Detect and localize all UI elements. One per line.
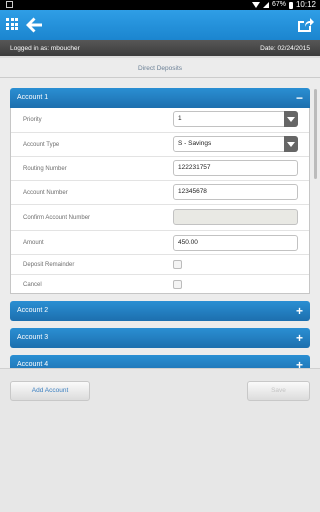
account-number-row: Account Number 12345678 xyxy=(11,181,309,205)
account-4-label: Account 4 xyxy=(17,361,49,368)
confirm-account-number-input[interactable] xyxy=(173,209,298,225)
priority-value: 1 xyxy=(178,115,182,122)
priority-label: Priority xyxy=(23,117,42,123)
account-type-label: Account Type xyxy=(23,142,60,148)
account-type-row: Account Type S - Savings xyxy=(11,133,309,157)
cancel-checkbox[interactable] xyxy=(173,280,182,289)
footer-bar: Add Account Save xyxy=(0,368,320,512)
routing-number-label: Routing Number xyxy=(23,166,67,172)
share-icon[interactable] xyxy=(296,16,314,34)
account-4-header[interactable]: Account 4 + xyxy=(10,355,310,368)
account-type-value: S - Savings xyxy=(178,140,212,147)
account-type-select[interactable]: S - Savings xyxy=(173,136,298,152)
account-1-header[interactable]: Account 1 − xyxy=(10,88,310,108)
battery-percent: 67% xyxy=(271,1,286,8)
deposit-remainder-row: Deposit Remainder xyxy=(11,255,309,275)
account-number-label: Account Number xyxy=(23,190,68,196)
scrollbar[interactable] xyxy=(314,89,317,179)
logged-in-label: Logged in as: mboucher xyxy=(10,45,80,52)
confirm-account-number-label: Confirm Account Number xyxy=(23,215,91,221)
account-2-label: Account 2 xyxy=(17,307,49,314)
user-info-bar: Logged in as: mboucher Date: 02/24/2015 xyxy=(0,40,320,58)
collapse-icon[interactable]: − xyxy=(296,90,303,106)
routing-number-row: Routing Number 122231757 xyxy=(11,157,309,181)
account-number-input[interactable]: 12345678 xyxy=(173,184,298,200)
deposit-remainder-label: Deposit Remainder xyxy=(23,262,75,268)
signal-icon xyxy=(262,2,269,8)
status-bar: 67% 10:12 xyxy=(0,0,320,10)
expand-icon[interactable]: + xyxy=(296,357,303,368)
account-1-label: Account 1 xyxy=(17,94,49,101)
battery-icon xyxy=(288,1,293,9)
expand-icon[interactable]: + xyxy=(296,330,303,346)
account-2-header[interactable]: Account 2 + xyxy=(10,301,310,321)
save-button[interactable]: Save xyxy=(247,381,310,401)
account-3-header[interactable]: Account 3 + xyxy=(10,328,310,348)
confirm-account-number-row: Confirm Account Number xyxy=(11,205,309,231)
top-nav-bar xyxy=(0,10,320,40)
grid-icon[interactable] xyxy=(6,18,18,30)
account-3-label: Account 3 xyxy=(17,334,49,341)
add-account-button[interactable]: Add Account xyxy=(10,381,90,401)
cancel-row: Cancel xyxy=(11,275,309,294)
wifi-icon xyxy=(251,2,260,8)
expand-icon[interactable]: + xyxy=(296,303,303,319)
priority-row: Priority 1 xyxy=(11,108,309,133)
amount-row: Amount 450.00 xyxy=(11,231,309,255)
amount-label: Amount xyxy=(23,240,44,246)
back-arrow-icon[interactable] xyxy=(24,15,44,35)
routing-number-input[interactable]: 122231757 xyxy=(173,160,298,176)
date-label: Date: 02/24/2015 xyxy=(260,45,310,52)
clock: 10:12 xyxy=(295,0,316,9)
accounts-list: Account 1 − Priority 1 Account Type S - … xyxy=(0,79,320,368)
screenshot-icon xyxy=(6,1,13,8)
priority-select[interactable]: 1 xyxy=(173,111,298,127)
deposit-remainder-checkbox[interactable] xyxy=(173,260,182,269)
page-title: Direct Deposits xyxy=(0,60,320,78)
account-1-form: Priority 1 Account Type S - Savings Rout… xyxy=(10,108,310,294)
chevron-down-icon xyxy=(284,136,298,152)
cancel-label: Cancel xyxy=(23,282,42,288)
chevron-down-icon xyxy=(284,111,298,127)
amount-input[interactable]: 450.00 xyxy=(173,235,298,251)
